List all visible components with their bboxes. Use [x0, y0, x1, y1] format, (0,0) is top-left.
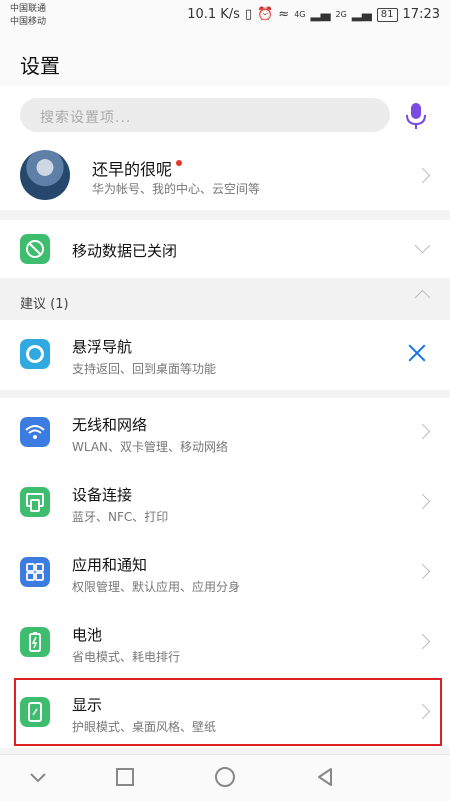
device-connect-icon: [20, 487, 50, 517]
wifi-icon: [20, 417, 50, 447]
mobile-data-label: 移动数据已关闭: [72, 242, 178, 260]
mobile-data-row[interactable]: 移动数据已关闭: [0, 220, 450, 278]
menu-item-subtitle: 蓝牙、NFC、打印: [72, 510, 169, 524]
search-placeholder: 搜索设置项...: [40, 110, 132, 126]
battery-icon: [20, 627, 50, 657]
status-bar: 中国联通 中国移动 10.1 K/s ▯ ⏰ ≈ 4G ▂▄ 2G ▂▄ 81 …: [0, 0, 450, 34]
search-area: 搜索设置项...: [0, 86, 450, 142]
menu-item-device-connect[interactable]: 设备连接 蓝牙、NFC、打印: [0, 468, 450, 538]
search-input[interactable]: 搜索设置项...: [20, 98, 390, 132]
navigation-bar: [0, 754, 450, 801]
signal-icon-2: ▂▄: [351, 7, 372, 22]
chevron-down-icon[interactable]: [414, 237, 431, 254]
floating-nav-icon: [20, 339, 50, 369]
microphone-icon[interactable]: [404, 102, 428, 130]
close-icon[interactable]: [408, 344, 426, 362]
clock: 17:23: [402, 7, 440, 22]
account-row[interactable]: 还早的很呢 华为帐号、我的中心、云空间等: [0, 142, 450, 210]
title-bar: 设置: [0, 34, 450, 86]
menu-item-subtitle: 省电模式、耗电排行: [72, 650, 181, 664]
chevron-right-icon: [414, 423, 431, 440]
hide-navbar-icon[interactable]: [26, 765, 50, 789]
menu-item-battery[interactable]: 电池 省电模式、耗电排行: [0, 608, 450, 678]
floating-nav-suggestion[interactable]: 悬浮导航 支持返回、回到桌面等功能: [0, 320, 450, 390]
menu-item-title: 设备连接: [72, 486, 133, 504]
carrier-info: 中国联通 中国移动: [10, 3, 46, 29]
mobile-data-off-icon: [20, 234, 50, 264]
account-name: 还早的很呢: [92, 160, 173, 179]
chevron-right-icon: [414, 167, 431, 184]
highlight-box: [14, 678, 442, 746]
status-right: 10.1 K/s ▯ ⏰ ≈ 4G ▂▄ 2G ▂▄ 81 17:23: [187, 7, 440, 22]
suggestions-header[interactable]: 建议 (1): [0, 280, 450, 320]
account-subtitle: 华为帐号、我的中心、云空间等: [92, 182, 261, 196]
menu-item-apps[interactable]: 应用和通知 权限管理、默认应用、应用分身: [0, 538, 450, 608]
chevron-up-icon[interactable]: [414, 289, 431, 306]
menu-item-title: 无线和网络: [72, 416, 148, 434]
wifi-signal-icon: ≈: [278, 7, 290, 22]
home-icon[interactable]: [213, 765, 237, 789]
account-name-line: 还早的很呢: [92, 156, 183, 180]
carrier-2: 中国移动: [10, 17, 47, 27]
menu-item-title: 电池: [72, 626, 103, 644]
battery-level: 81: [376, 7, 398, 22]
recent-apps-icon[interactable]: [113, 765, 137, 789]
notification-dot: [176, 160, 183, 166]
network-type-2: 2G: [335, 10, 347, 19]
menu-item-subtitle: WLAN、双卡管理、移动网络: [72, 440, 229, 454]
back-icon[interactable]: [313, 765, 337, 789]
suggestions-label: 建议 (1): [20, 297, 69, 312]
avatar: [20, 150, 70, 200]
menu-item-subtitle: 权限管理、默认应用、应用分身: [72, 580, 241, 594]
chevron-right-icon: [414, 493, 431, 510]
apps-icon: [20, 557, 50, 587]
page-title: 设置: [20, 54, 60, 78]
alarm-icon: ⏰: [257, 7, 274, 22]
floating-nav-title: 悬浮导航: [72, 338, 133, 356]
vibrate-icon: ▯: [244, 7, 253, 22]
menu-item-title: 应用和通知: [72, 556, 148, 574]
floating-nav-subtitle: 支持返回、回到桌面等功能: [72, 362, 217, 376]
network-speed: 10.1 K/s: [187, 7, 240, 22]
chevron-right-icon: [414, 563, 431, 580]
menu-item-wireless[interactable]: 无线和网络 WLAN、双卡管理、移动网络: [0, 398, 450, 468]
signal-icon: ▂▄: [310, 7, 331, 22]
chevron-right-icon: [414, 633, 431, 650]
carrier-1: 中国联通: [10, 4, 47, 14]
network-type-1: 4G: [294, 10, 306, 19]
